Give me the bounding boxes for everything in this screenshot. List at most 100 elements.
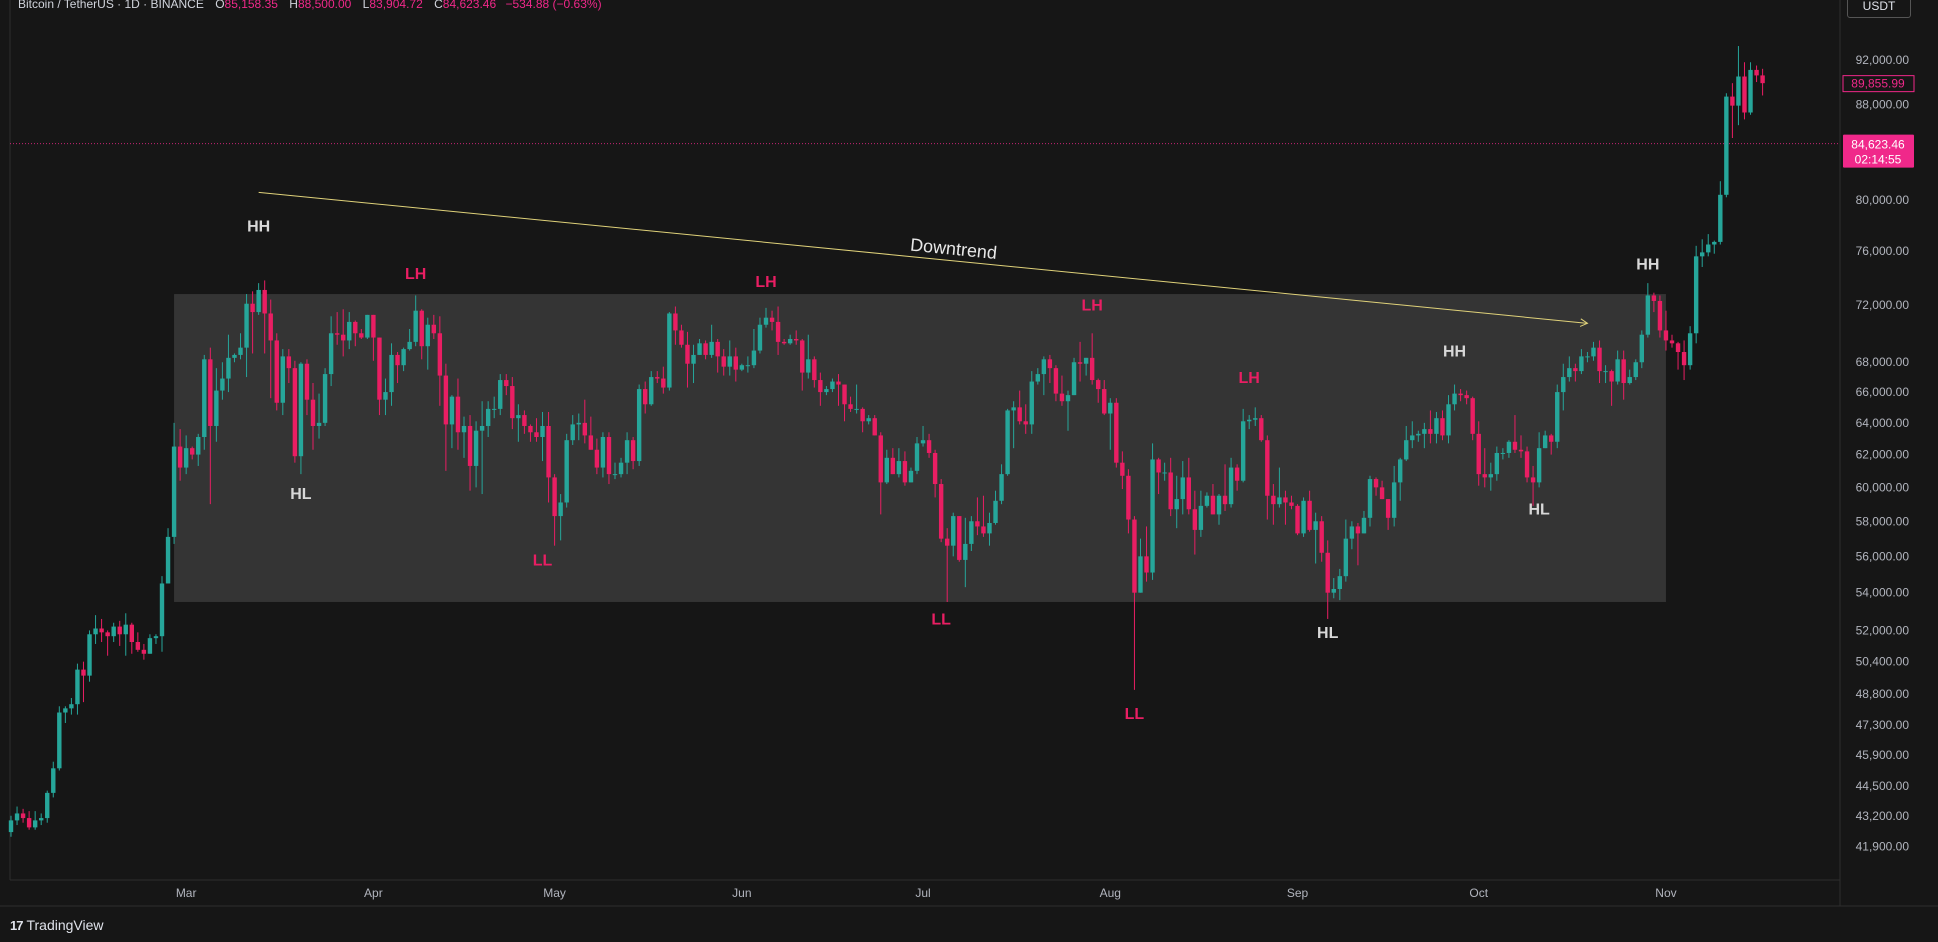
candle-body[interactable]: [1385, 499, 1391, 518]
candle-body[interactable]: [1102, 389, 1107, 414]
candle-body[interactable]: [1700, 252, 1705, 257]
candle-body[interactable]: [1398, 459, 1403, 483]
candle-body[interactable]: [14, 813, 20, 821]
candle-body[interactable]: [1349, 526, 1355, 539]
candle-body[interactable]: [1156, 459, 1161, 473]
candle-body[interactable]: [1343, 538, 1349, 577]
candle-body[interactable]: [1482, 474, 1487, 478]
candle-body[interactable]: [268, 313, 273, 341]
candle-body[interactable]: [1089, 357, 1095, 381]
candle-body[interactable]: [328, 333, 334, 375]
candle-body[interactable]: [890, 457, 896, 475]
candle-body[interactable]: [334, 333, 340, 335]
candle-body[interactable]: [485, 408, 491, 426]
candle-body[interactable]: [800, 340, 805, 373]
candle-body[interactable]: [787, 338, 793, 344]
candle-body[interactable]: [1047, 359, 1053, 369]
candle-body[interactable]: [1325, 552, 1330, 593]
candle-body[interactable]: [1760, 75, 1765, 84]
candle-body[interactable]: [196, 437, 201, 455]
candle-body[interactable]: [383, 392, 388, 400]
candle-body[interactable]: [123, 624, 128, 635]
candle-body[interactable]: [449, 396, 455, 425]
candle-body[interactable]: [649, 377, 654, 405]
candle-body[interactable]: [600, 437, 606, 468]
candle-body[interactable]: [250, 303, 255, 313]
candle-body[interactable]: [794, 338, 799, 341]
candle-body[interactable]: [81, 669, 86, 676]
candle-body[interactable]: [286, 356, 292, 369]
candle-body[interactable]: [612, 474, 618, 476]
candle-body[interactable]: [437, 333, 443, 376]
candle-body[interactable]: [1271, 495, 1276, 505]
candle-body[interactable]: [721, 356, 726, 367]
candle-body[interactable]: [69, 704, 74, 709]
candle-body[interactable]: [1367, 479, 1373, 518]
candle-body[interactable]: [1289, 502, 1294, 506]
candle-body[interactable]: [238, 347, 243, 355]
candle-body[interactable]: [171, 446, 177, 537]
candle-body[interactable]: [1536, 448, 1542, 483]
candle-body[interactable]: [413, 310, 418, 342]
candle-body[interactable]: [945, 538, 950, 546]
candle-body[interactable]: [1162, 472, 1167, 474]
candle-body[interactable]: [129, 624, 134, 643]
candle-body[interactable]: [1295, 505, 1300, 534]
range-box[interactable]: [174, 294, 1666, 602]
candle-body[interactable]: [1126, 475, 1131, 520]
candle-body[interactable]: [1748, 69, 1753, 113]
candle-body[interactable]: [769, 317, 775, 322]
candle-body[interactable]: [1337, 576, 1342, 589]
candle-body[interactable]: [824, 389, 829, 393]
candle-body[interactable]: [1234, 467, 1240, 481]
candle-body[interactable]: [214, 390, 219, 426]
candle-body[interactable]: [1440, 418, 1445, 436]
candle-body[interactable]: [1065, 395, 1071, 402]
candle-body[interactable]: [866, 418, 871, 422]
candle-body[interactable]: [1361, 517, 1367, 534]
candle-body[interactable]: [655, 377, 660, 379]
candle-body[interactable]: [999, 474, 1004, 501]
candle-body[interactable]: [304, 363, 310, 400]
candle-body[interactable]: [1029, 381, 1034, 425]
candle-body[interactable]: [963, 543, 968, 560]
candle-body[interactable]: [365, 314, 370, 338]
candle-body[interactable]: [20, 813, 26, 819]
tradingview-logo[interactable]: 17 TradingView: [10, 917, 104, 933]
candle-body[interactable]: [1470, 398, 1475, 434]
candle-body[interactable]: [1277, 497, 1282, 505]
candle-body[interactable]: [570, 424, 575, 441]
candle-body[interactable]: [534, 432, 539, 438]
candle-body[interactable]: [1518, 449, 1524, 452]
candle-body[interactable]: [1573, 368, 1578, 372]
candle-body[interactable]: [1138, 556, 1143, 593]
candle-body[interactable]: [914, 443, 920, 471]
candle-body[interactable]: [1240, 421, 1246, 481]
candle-body[interactable]: [1706, 244, 1711, 253]
candle-body[interactable]: [1621, 359, 1626, 384]
candle-body[interactable]: [39, 818, 44, 821]
candle-body[interactable]: [147, 638, 153, 654]
candle-body[interactable]: [1633, 362, 1638, 378]
candle-body[interactable]: [1216, 495, 1222, 515]
candle-body[interactable]: [431, 324, 436, 334]
candle-body[interactable]: [419, 310, 424, 347]
candle-body[interactable]: [836, 381, 841, 385]
candle-body[interactable]: [842, 384, 847, 405]
candle-body[interactable]: [220, 378, 225, 391]
candle-body[interactable]: [353, 321, 358, 334]
candle-body[interactable]: [775, 321, 781, 342]
candle-body[interactable]: [159, 583, 165, 637]
candle-body[interactable]: [461, 425, 467, 433]
candle-body[interactable]: [691, 354, 696, 364]
candle-body[interactable]: [781, 341, 787, 344]
candle-body[interactable]: [1083, 357, 1089, 364]
candle-body[interactable]: [45, 792, 50, 819]
candle-body[interactable]: [389, 354, 394, 393]
candle-body[interactable]: [443, 375, 449, 425]
candle-body[interactable]: [667, 313, 672, 388]
candle-body[interactable]: [1005, 410, 1010, 475]
candle-body[interactable]: [1639, 334, 1644, 363]
candle-body[interactable]: [51, 768, 56, 793]
candle-body[interactable]: [1077, 362, 1083, 364]
